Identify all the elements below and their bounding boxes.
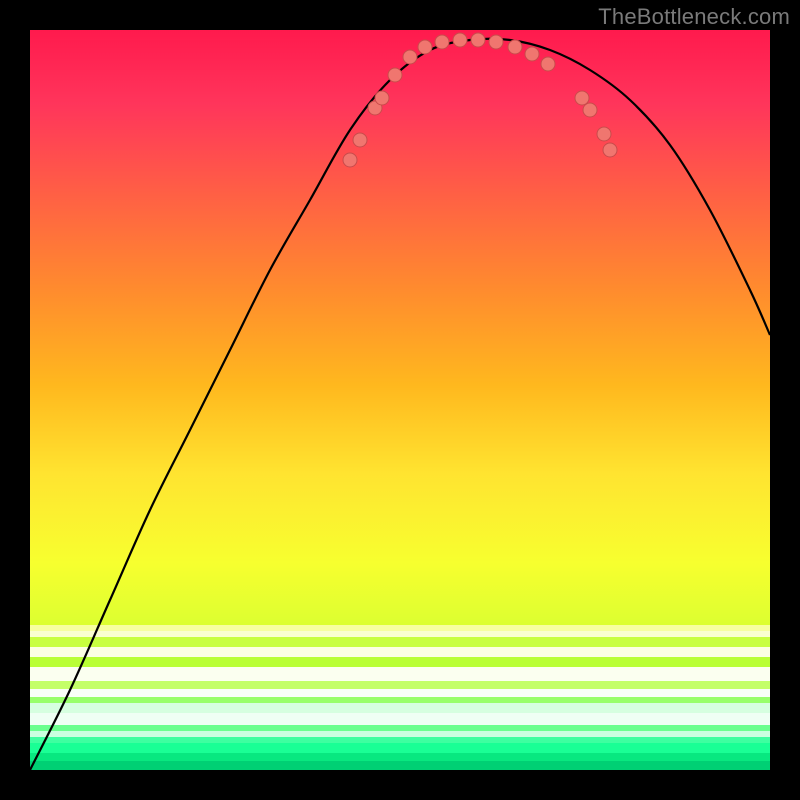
curve-marker-dot xyxy=(525,47,539,61)
curve-marker-dot xyxy=(403,50,417,64)
curve-marker-dot xyxy=(583,103,597,117)
color-band xyxy=(30,657,770,667)
curve-marker-dot xyxy=(388,68,402,82)
curve-marker-dot xyxy=(343,153,357,167)
color-band xyxy=(30,761,770,770)
curve-marker-dot xyxy=(471,33,485,47)
chart-svg xyxy=(30,30,770,770)
curve-marker-dot xyxy=(508,40,522,54)
color-band xyxy=(30,647,770,657)
color-band xyxy=(30,667,770,681)
curve-marker-dot xyxy=(418,40,432,54)
curve-markers xyxy=(343,33,617,167)
color-band xyxy=(30,625,770,631)
color-band xyxy=(30,753,770,761)
color-band xyxy=(30,697,770,703)
color-band xyxy=(30,681,770,689)
curve-marker-dot xyxy=(489,35,503,49)
color-band xyxy=(30,725,770,731)
gradient-plot-area xyxy=(30,30,770,770)
outer-frame: TheBottleneck.com xyxy=(0,0,800,800)
curve-marker-dot xyxy=(353,133,367,147)
curve-marker-dot xyxy=(453,33,467,47)
curve-marker-dot xyxy=(603,143,617,157)
curve-marker-dot xyxy=(575,91,589,105)
color-band xyxy=(30,637,770,647)
color-band xyxy=(30,713,770,725)
color-band xyxy=(30,743,770,753)
curve-marker-dot xyxy=(435,35,449,49)
color-band xyxy=(30,689,770,697)
curve-marker-dot xyxy=(541,57,555,71)
curve-marker-dot xyxy=(375,91,389,105)
curve-marker-dot xyxy=(597,127,611,141)
color-band xyxy=(30,631,770,637)
watermark-text: TheBottleneck.com xyxy=(598,4,790,30)
color-band xyxy=(30,737,770,743)
color-bands xyxy=(30,625,770,770)
color-band xyxy=(30,731,770,737)
color-band xyxy=(30,703,770,713)
